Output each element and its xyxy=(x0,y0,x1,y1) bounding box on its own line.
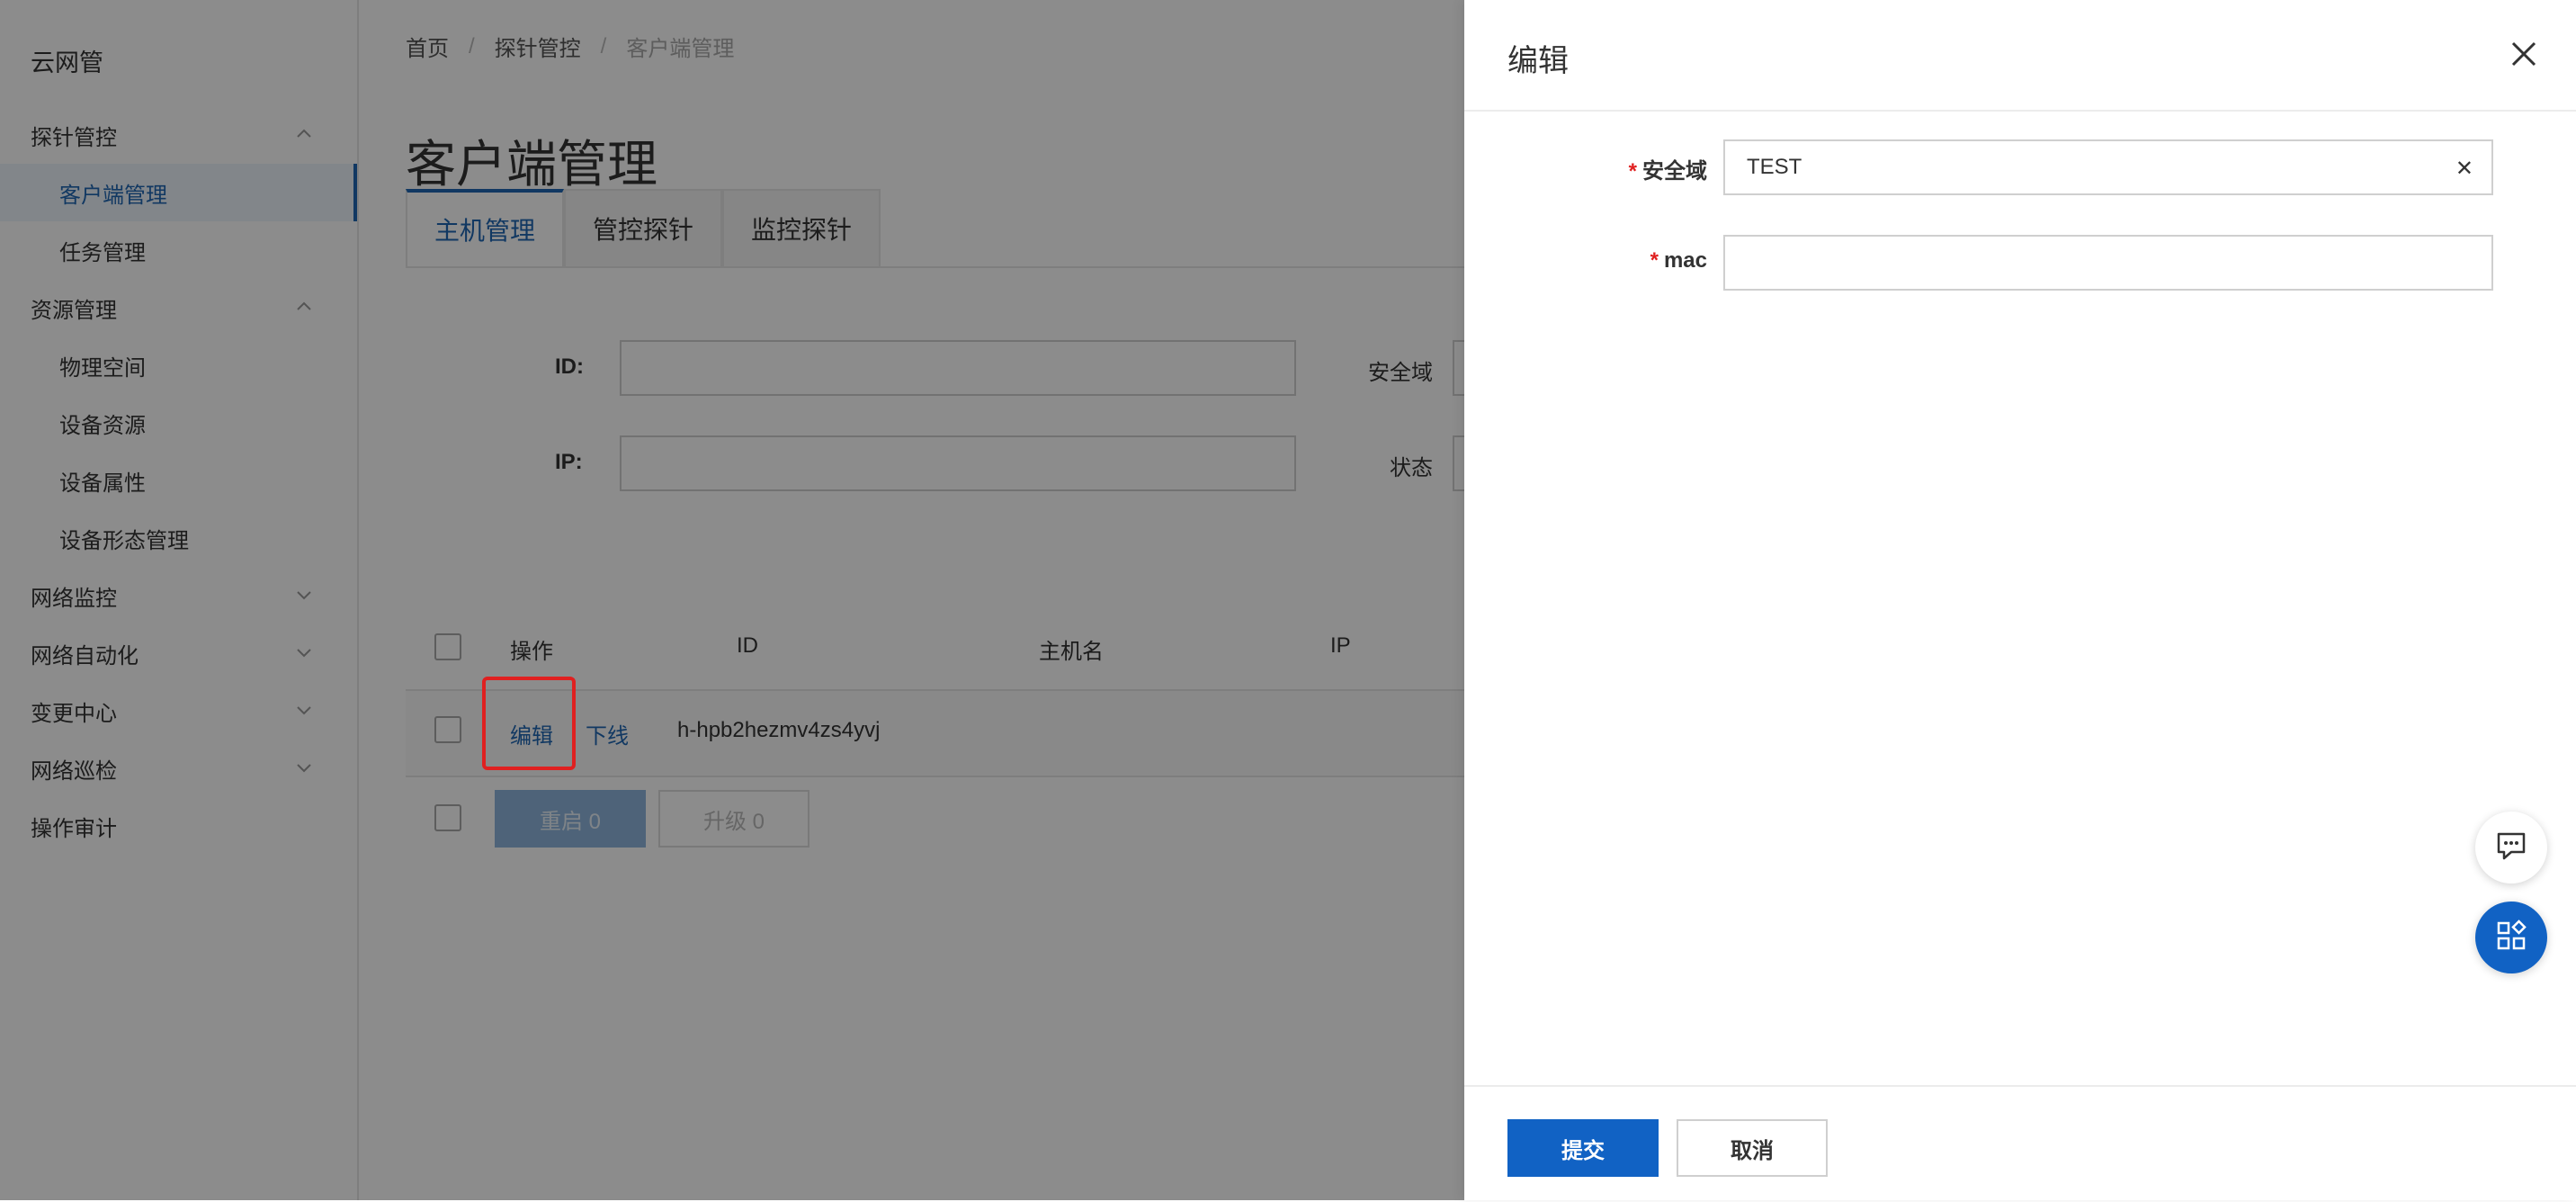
mac-label-text: mac xyxy=(1663,248,1707,273)
apps-button[interactable] xyxy=(2475,902,2547,973)
edit-link-highlight xyxy=(482,677,576,770)
apps-grid-icon xyxy=(2493,918,2529,958)
drawer-backdrop[interactable] xyxy=(0,0,1464,1200)
drawer-footer: 提交 取消 xyxy=(1464,1085,2576,1202)
domain-input[interactable]: TEST ✕ xyxy=(1723,139,2493,195)
close-icon[interactable] xyxy=(2508,38,2540,70)
drawer-header: 编辑 xyxy=(1464,0,2576,112)
domain-label-text: 安全域 xyxy=(1642,159,1707,184)
domain-field-label: * 安全域 xyxy=(1608,153,1707,184)
chat-icon xyxy=(2493,828,2529,868)
chat-button[interactable] xyxy=(2475,812,2547,884)
domain-input-value: TEST xyxy=(1747,155,1802,179)
required-mark: * xyxy=(1650,248,1659,273)
submit-button[interactable]: 提交 xyxy=(1507,1119,1659,1177)
required-mark: * xyxy=(1628,159,1637,184)
app: 云网管 探针管控 客户端管理 任务管理 资源管理 物理空间 设备资源 设备属性 … xyxy=(0,0,2576,1200)
mac-field-label: * mac xyxy=(1608,248,1707,274)
mac-input[interactable] xyxy=(1723,235,2493,291)
drawer-title: 编辑 xyxy=(1507,44,1569,78)
cancel-button[interactable]: 取消 xyxy=(1677,1119,1828,1177)
clear-icon[interactable]: ✕ xyxy=(2455,156,2473,182)
edit-drawer: 编辑 * 安全域 TEST ✕ * mac 提交 取消 xyxy=(1464,0,2576,1200)
